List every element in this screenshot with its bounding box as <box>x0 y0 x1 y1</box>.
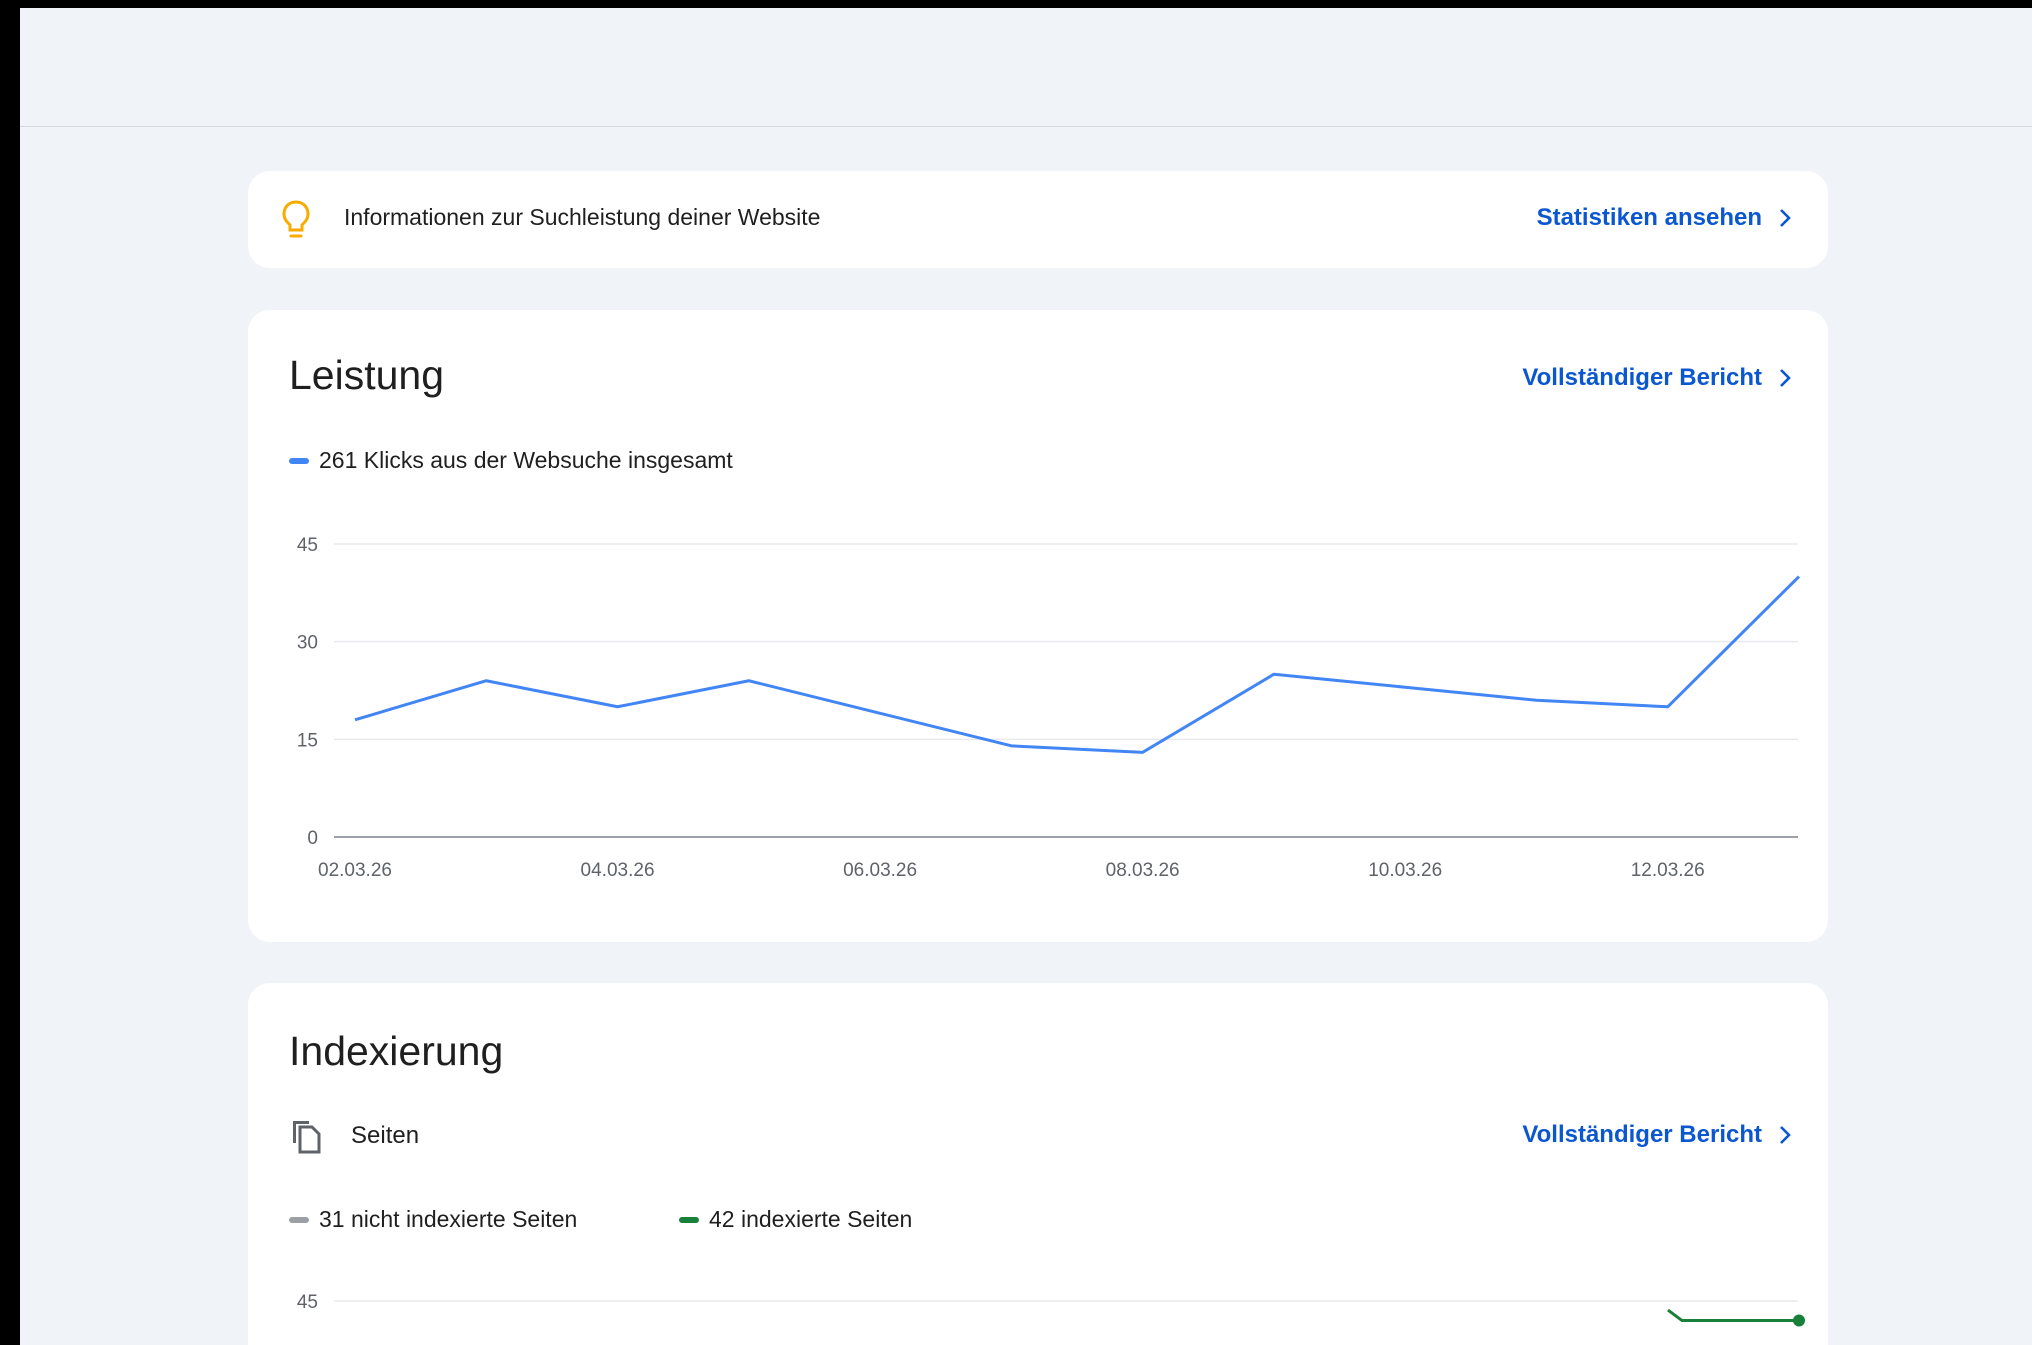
x-tick-label: 12.03.26 <box>1631 860 1705 881</box>
y-tick-label: 15 <box>297 730 318 751</box>
x-tick-label: 08.03.26 <box>1106 860 1180 881</box>
indexing-line-chart: 45 <box>297 1292 1805 1327</box>
top-bar <box>20 8 2032 127</box>
insight-text: Informationen zur Suchleistung deiner We… <box>344 204 821 230</box>
x-tick-label: 10.03.26 <box>1368 860 1442 881</box>
indexed-series-line <box>1667 1308 1799 1323</box>
y-tick-label: 45 <box>297 535 318 556</box>
x-tick-label: 06.03.26 <box>843 860 917 881</box>
view-statistics-link[interactable]: Statistiken ansehen <box>1537 204 1794 232</box>
lightbulb-icon <box>282 200 310 238</box>
clicks-line-chart: 0 15 30 45 02.03.26 04.03.26 06.03.26 08.03.26 1… <box>297 535 1801 881</box>
indexing-card: Indexierung Seiten Vollständiger Bericht… <box>248 983 1828 1345</box>
clicks-series-line <box>354 575 1801 754</box>
x-tick-label: 04.03.26 <box>581 860 655 881</box>
view-statistics-label: Statistiken ansehen <box>1536 204 1762 231</box>
search-console-page: Informationen zur Suchleistung deiner We… <box>20 8 2032 1345</box>
chevron-right-icon <box>1780 209 1791 227</box>
performance-card: Leistung Vollständiger Bericht 261 Klick… <box>248 310 1828 942</box>
y-tick-label: 0 <box>307 828 318 849</box>
insight-card: Informationen zur Suchleistung deiner We… <box>248 171 1828 268</box>
x-tick-label: 02.03.26 <box>318 860 392 881</box>
indexed-series-point <box>1793 1314 1805 1327</box>
y-tick-label: 45 <box>297 1292 318 1313</box>
y-tick-label: 30 <box>297 633 318 654</box>
